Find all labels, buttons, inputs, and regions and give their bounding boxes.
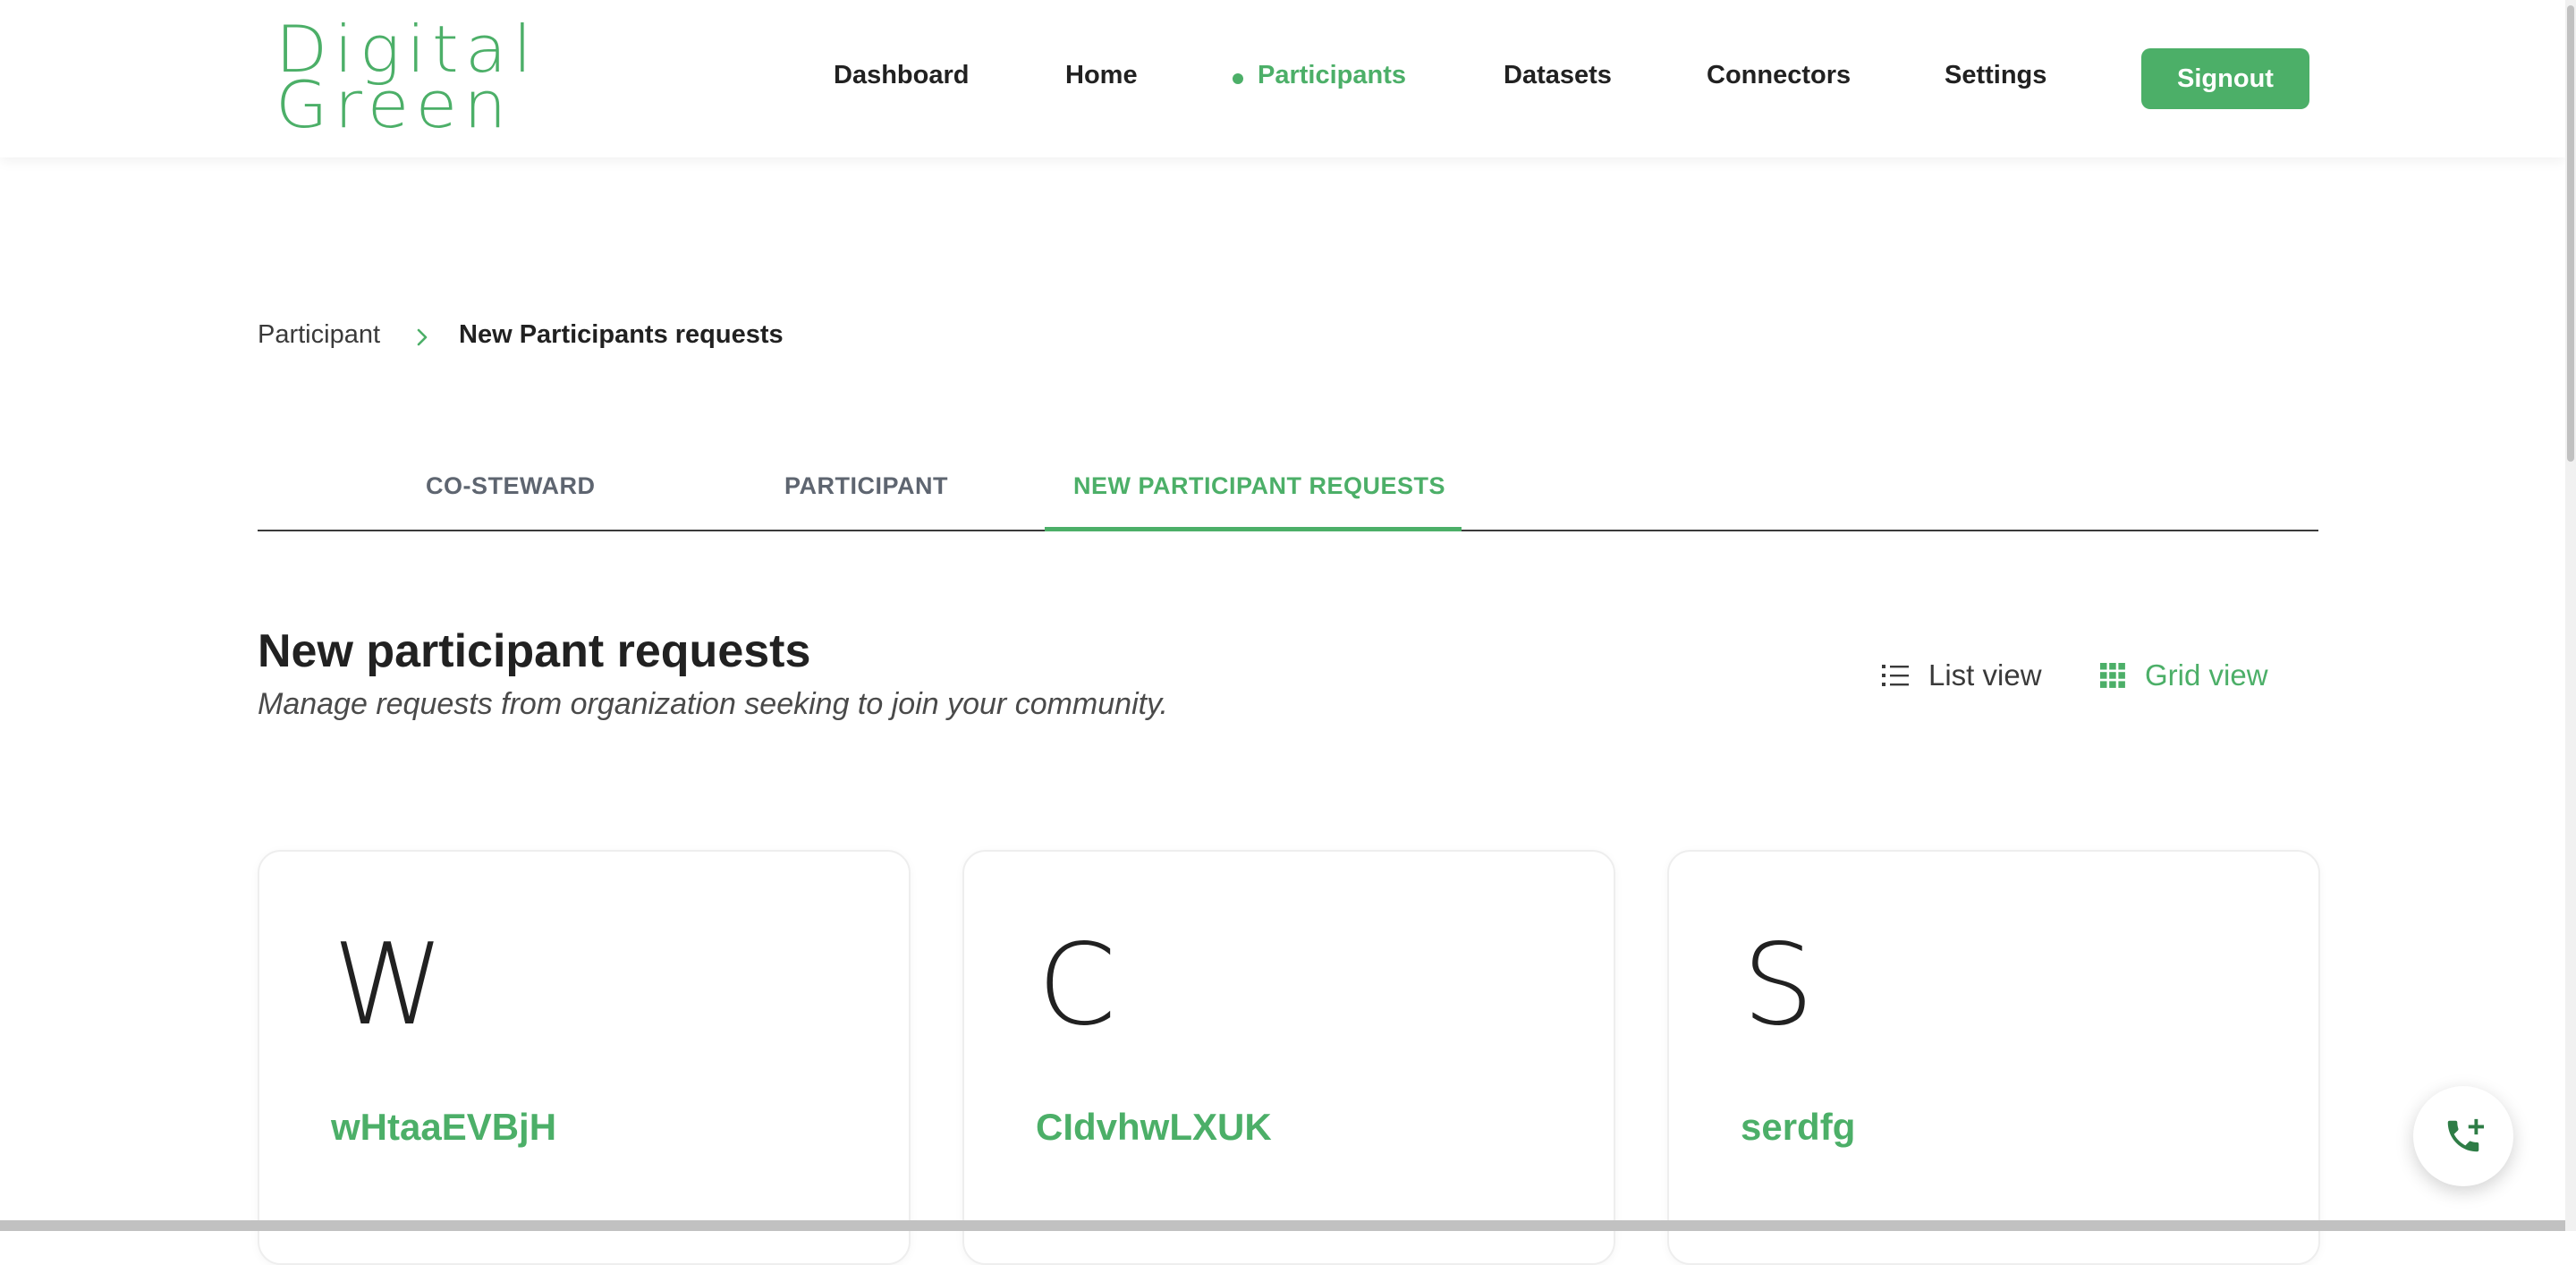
card-initial: W [333,919,445,1050]
breadcrumb: Participant New Participants requests [258,318,784,351]
phone-add-icon [2443,1116,2484,1157]
brand-logo-line-2: Green [275,67,513,142]
active-tab-underline [1045,527,1462,531]
grid-view-toggle[interactable]: Grid view [2100,658,2268,692]
nav-item-datasets[interactable]: Datasets [1504,61,1612,90]
nav-item-dashboard[interactable]: Dashboard [834,61,969,90]
active-nav-indicator-dot [1233,73,1243,84]
top-header: Digital Green Dashboard Home Participant… [0,0,2565,157]
nav-item-connectors[interactable]: Connectors [1707,61,1851,90]
breadcrumb-participant-link[interactable]: Participant [258,320,380,350]
list-view-toggle[interactable]: List view [1882,658,2042,692]
breadcrumb-current: New Participants requests [459,319,784,349]
card-initial: S [1742,919,1814,1050]
horizontal-scrollbar[interactable] [0,1220,2565,1231]
list-view-label: List view [1928,658,2042,692]
signout-button[interactable]: Signout [2141,48,2309,109]
chevron-right-icon [412,325,432,346]
participant-request-card[interactable]: C CIdvhwLXUK [962,850,1615,1265]
grid-view-label: Grid view [2145,658,2268,692]
nav-item-settings[interactable]: Settings [1945,61,2046,90]
grid-icon [2100,663,2145,688]
card-initial: C [1038,919,1116,1050]
page-subtitle: Manage requests from organization seekin… [258,687,1168,721]
tab-participant[interactable]: PARTICIPANT [784,472,948,500]
card-organization-name[interactable]: wHtaaEVBjH [331,1106,556,1149]
brand-logo[interactable]: Digital Green [275,17,562,137]
tab-new-participant-requests[interactable]: NEW PARTICIPANT REQUESTS [1073,472,1445,500]
page-title: New participant requests [258,625,811,677]
participant-request-card[interactable]: W wHtaaEVBjH [258,850,911,1265]
vertical-scrollbar-thumb[interactable] [2567,5,2574,462]
card-organization-name[interactable]: CIdvhwLXUK [1036,1106,1272,1149]
participant-tabs: CO-STEWARD PARTICIPANT NEW PARTICIPANT R… [258,447,2318,531]
participant-request-card[interactable]: S serdfg [1667,850,2320,1265]
nav-item-home[interactable]: Home [1065,61,1138,90]
nav-item-participants[interactable]: Participants [1258,61,1406,90]
list-icon [1882,664,1928,687]
tab-co-steward[interactable]: CO-STEWARD [426,472,596,500]
contact-support-button[interactable] [2413,1086,2513,1186]
card-organization-name[interactable]: serdfg [1741,1106,1855,1149]
